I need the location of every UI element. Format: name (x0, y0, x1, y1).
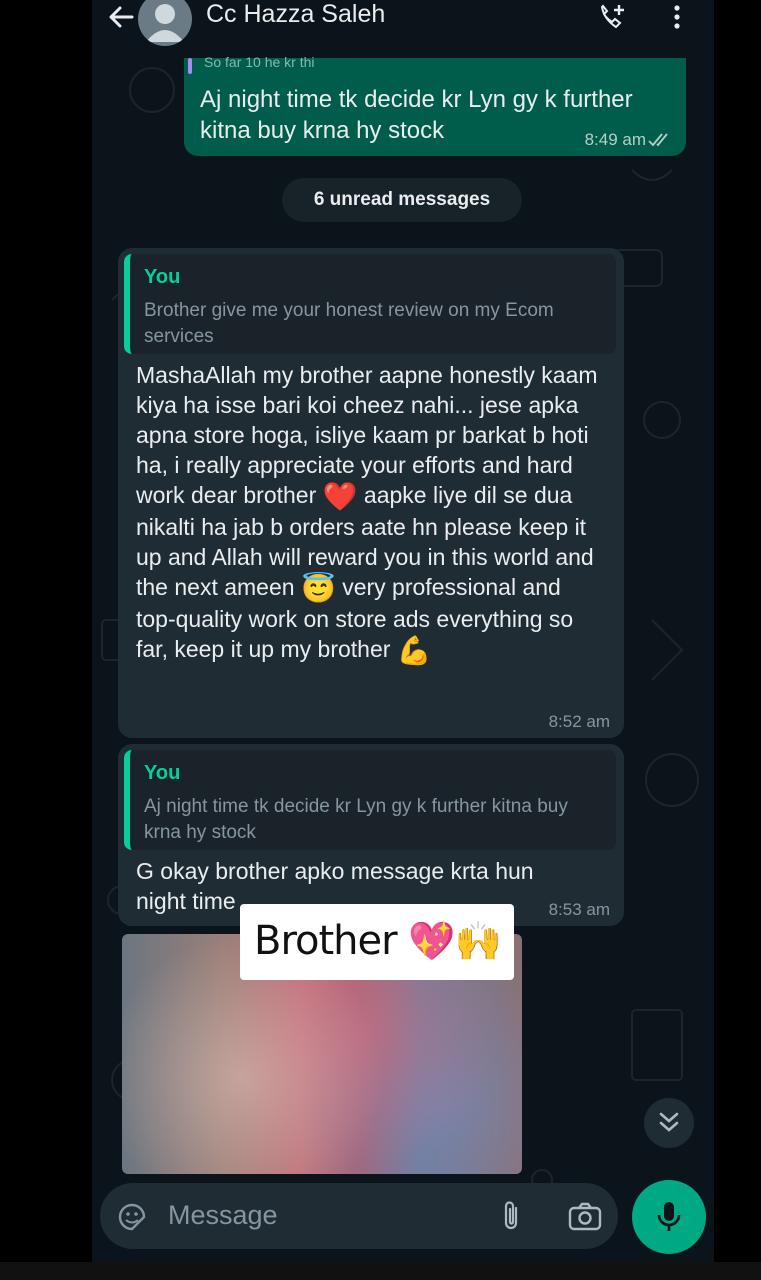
microphone-icon (657, 1202, 681, 1231)
message-time: 8:49 am (584, 130, 646, 149)
chat-screen: Cc Hazza Saleh So far 10 he kr thi Aj ni… (92, 0, 714, 1262)
arrow-left-icon[interactable] (106, 2, 136, 32)
scroll-to-bottom-button[interactable] (644, 1098, 694, 1148)
quoted-reply[interactable]: You Brother give me your honest review o… (124, 254, 616, 354)
flexed-biceps-emoji: 💪 (396, 634, 432, 666)
sparkling-heart-emoji: 💖🙌 (408, 919, 502, 963)
contact-name[interactable]: Cc Hazza Saleh (206, 0, 385, 29)
unread-messages-banner: 6 unread messages (282, 178, 522, 222)
quote-author: You (144, 762, 181, 784)
text-sticker-overlay: Brother 💖🙌 (240, 904, 514, 980)
chat-header: Cc Hazza Saleh (92, 0, 714, 56)
default-avatar-icon (146, 4, 184, 42)
camera-icon[interactable] (568, 1201, 602, 1231)
system-nav-area (0, 1262, 761, 1280)
heart-emoji: ❤️ (322, 480, 358, 512)
quote-peek-text: So far 10 he kr thi (204, 54, 315, 70)
incoming-message[interactable]: You Aj night time tk decide kr Lyn gy k … (118, 744, 624, 926)
quote-text: Brother give me your honest review on my… (144, 300, 554, 347)
quote-bar (188, 58, 192, 74)
quote-text: Aj night time tk decide kr Lyn gy k furt… (144, 796, 568, 843)
double-chevron-down-icon (659, 1112, 679, 1132)
avatar[interactable] (138, 0, 192, 46)
message-input[interactable]: Message (168, 1200, 278, 1231)
quoted-reply[interactable]: You Aj night time tk decide kr Lyn gy k … (124, 750, 616, 850)
paperclip-icon[interactable] (498, 1199, 524, 1233)
incoming-message[interactable]: You Brother give me your honest review o… (118, 248, 624, 738)
smiling-halo-emoji: 😇 (300, 572, 336, 604)
message-time: 8:52 am (548, 712, 610, 731)
more-vertical-icon[interactable] (667, 2, 687, 32)
message-text: MashaAllah my brother aapne honestly kaa… (136, 360, 606, 666)
voice-message-button[interactable] (632, 1180, 706, 1254)
message-time: 8:53 am (548, 900, 610, 919)
quote-author: You (144, 266, 181, 288)
sticker-icon[interactable] (116, 1201, 148, 1233)
sticker-word: Brother (254, 918, 398, 964)
outgoing-message[interactable]: So far 10 he kr thi Aj night time tk dec… (184, 54, 686, 156)
read-ticks-icon (648, 133, 668, 147)
message-input-bar[interactable]: Message (100, 1183, 618, 1249)
sticker-text: Brother 💖🙌 (254, 918, 502, 964)
add-call-icon[interactable] (597, 2, 627, 32)
